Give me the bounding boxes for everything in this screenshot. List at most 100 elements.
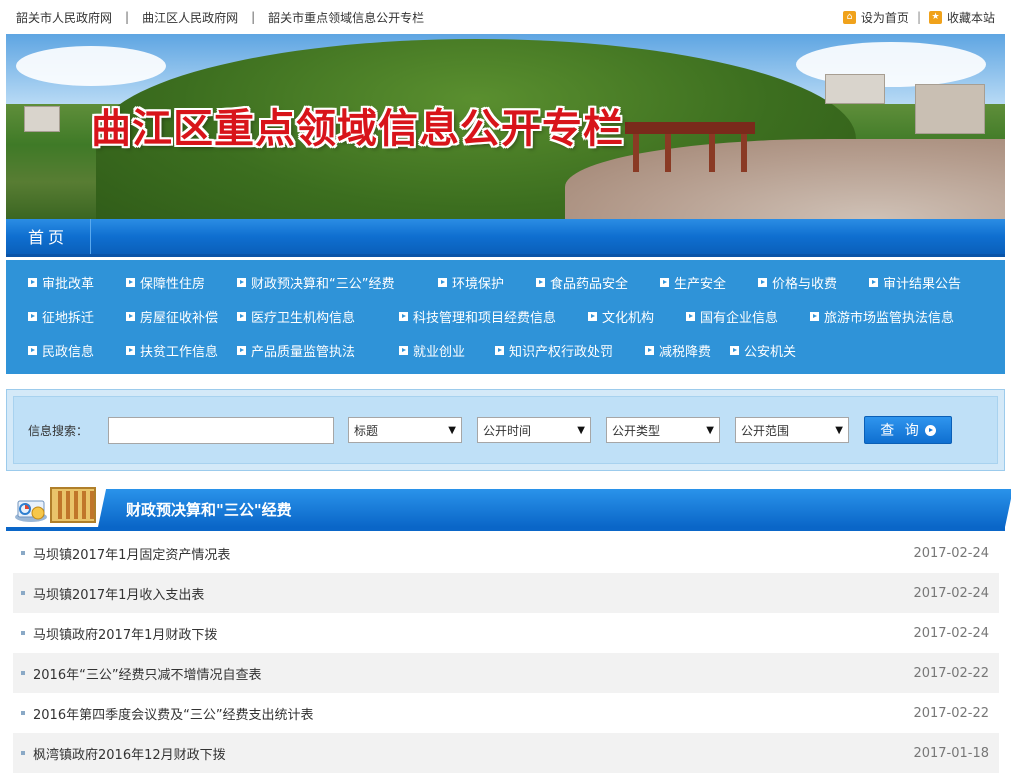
category-link[interactable]: 审计结果公告 [869,273,961,292]
search-panel: 信息搜索： 标题 ▼ 公开时间 ▼ 公开类型 ▼ 公开范围 ▼ 查 询 [6,389,1005,471]
nav-home[interactable]: 首页 [6,219,91,254]
category-link[interactable]: 审批改革 [28,273,126,292]
set-home-button[interactable]: ⌂ 设为首页 [842,9,909,26]
bullet-icon [686,311,695,321]
header-banner: 曲江区重点领域信息公开专栏 [6,34,1005,219]
bullet-icon [399,311,408,321]
section-icon [6,485,102,531]
bullet-icon [588,311,597,321]
select-publish-type[interactable]: 公开类型 ▼ [606,417,720,443]
site-title: 曲江区重点领域信息公开专栏 [91,105,624,152]
category-link[interactable]: 民政信息 [28,341,126,360]
chart-icon [15,500,47,522]
item-date: 2017-02-22 [913,705,989,721]
bullet-icon [869,277,878,287]
category-link[interactable]: 国有企业信息 [686,307,810,326]
item-title[interactable]: 2016年“三公”经费只减不增情况自查表 [33,664,262,683]
category-link[interactable]: 食品药品安全 [536,273,660,292]
section-header: 财政预决算和"三公"经费 [6,485,1011,531]
caret-down-icon: ▼ [577,424,585,436]
bullet-icon [237,345,246,355]
category-link[interactable]: 就业创业 [399,341,495,360]
category-link[interactable]: 知识产权行政处罚 [495,341,645,360]
section-underline [6,527,1005,531]
bullet-icon [28,277,37,287]
item-title[interactable]: 2016年第四季度会议费及“三公”经费支出统计表 [33,704,314,723]
category-link[interactable]: 环境保护 [438,273,536,292]
search-panel-inner: 信息搜索： 标题 ▼ 公开时间 ▼ 公开类型 ▼ 公开范围 ▼ 查 询 [13,396,998,464]
abacus-icon [50,487,96,523]
category-link[interactable]: 科技管理和项目经费信息 [399,307,588,326]
link-shaoguan-gov[interactable]: 韶关市人民政府网 [16,9,112,26]
category-link[interactable]: 公安机关 [730,341,796,360]
item-date: 2017-02-22 [913,665,989,681]
section-title: 财政预决算和"三公"经费 [126,501,292,519]
banner-pavilion [625,122,755,172]
top-links: 韶关市人民政府网 | 曲江区人民政府网 | 韶关市重点领域信息公开专栏 [16,9,424,26]
favorite-label: 收藏本站 [946,10,995,25]
bullet-icon [660,277,669,287]
item-date: 2017-02-24 [913,585,989,601]
separator: | [251,10,256,24]
item-title[interactable]: 马坝镇2017年1月固定资产情况表 [33,544,230,563]
main-nav: 首页 [6,219,1005,257]
item-date: 2017-01-18 [913,745,989,761]
bullet-icon [495,345,504,355]
banner-building [24,106,60,132]
category-panel: 审批改革 保障性住房 财政预决算和“三公”经费 环境保护 食品药品安全 生产安全… [6,260,1005,374]
bullet-icon [126,311,135,321]
caret-down-icon: ▼ [835,424,843,436]
banner-building [915,84,985,134]
category-link[interactable]: 征地拆迁 [28,307,126,326]
list-item[interactable]: 马坝镇2017年1月收入支出表 2017-02-24 [13,573,999,613]
select-publish-time[interactable]: 公开时间 ▼ [477,417,591,443]
star-icon: ★ [928,10,942,24]
select-title[interactable]: 标题 ▼ [348,417,462,443]
list-item[interactable]: 枫湾镇政府2016年12月财政下拨 2017-01-18 [13,733,999,773]
bullet-icon [28,311,37,321]
item-date: 2017-02-24 [913,625,989,641]
list-item[interactable]: 2016年“三公”经费只减不增情况自查表 2017-02-22 [13,653,999,693]
banner-cloud [16,46,166,86]
article-list: 马坝镇2017年1月固定资产情况表 2017-02-24 马坝镇2017年1月收… [13,533,999,773]
item-date: 2017-02-24 [913,545,989,561]
list-item[interactable]: 马坝镇政府2017年1月财政下拨 2017-02-24 [13,613,999,653]
search-input[interactable] [108,416,334,444]
bullet-icon [126,277,135,287]
list-item[interactable]: 马坝镇2017年1月固定资产情况表 2017-02-24 [13,533,999,573]
item-title[interactable]: 马坝镇2017年1月收入支出表 [33,584,204,603]
bullet-icon [237,277,246,287]
category-link[interactable]: 文化机构 [588,307,686,326]
category-link[interactable]: 扶贫工作信息 [126,341,237,360]
item-title[interactable]: 枫湾镇政府2016年12月财政下拨 [33,744,226,763]
category-link[interactable]: 减税降费 [645,341,730,360]
separator: | [125,10,130,24]
link-key-areas[interactable]: 韶关市重点领域信息公开专栏 [268,9,424,26]
category-link[interactable]: 医疗卫生机构信息 [237,307,399,326]
category-link[interactable]: 生产安全 [660,273,758,292]
item-title[interactable]: 马坝镇政府2017年1月财政下拨 [33,624,217,643]
category-link[interactable]: 保障性住房 [126,273,237,292]
category-link[interactable]: 财政预决算和“三公”经费 [237,273,438,292]
category-link[interactable]: 产品质量监管执法 [237,341,399,360]
category-link[interactable]: 旅游市场监管执法信息 [810,307,954,326]
bullet-icon [758,277,767,287]
bullet-icon [21,591,25,595]
favorite-button[interactable]: ★ 收藏本站 [928,9,995,26]
bullet-icon [237,311,246,321]
category-link[interactable]: 价格与收费 [758,273,869,292]
link-qujiang-gov[interactable]: 曲江区人民政府网 [142,9,238,26]
caret-down-icon: ▼ [448,424,456,436]
arrow-circle-icon [924,424,936,436]
top-actions: ⌂ 设为首页 | ★ 收藏本站 [842,9,995,26]
bullet-icon [810,311,819,321]
bullet-icon [645,345,654,355]
bullet-icon [438,277,447,287]
list-item[interactable]: 2016年第四季度会议费及“三公”经费支出统计表 2017-02-22 [13,693,999,733]
banner-building [825,74,885,104]
select-publish-scope[interactable]: 公开范围 ▼ [735,417,849,443]
search-button[interactable]: 查 询 [864,416,952,444]
category-link[interactable]: 房屋征收补偿 [126,307,237,326]
separator: | [916,10,921,24]
category-row: 民政信息 扶贫工作信息 产品质量监管执法 就业创业 知识产权行政处罚 减税降费 … [28,333,1005,367]
